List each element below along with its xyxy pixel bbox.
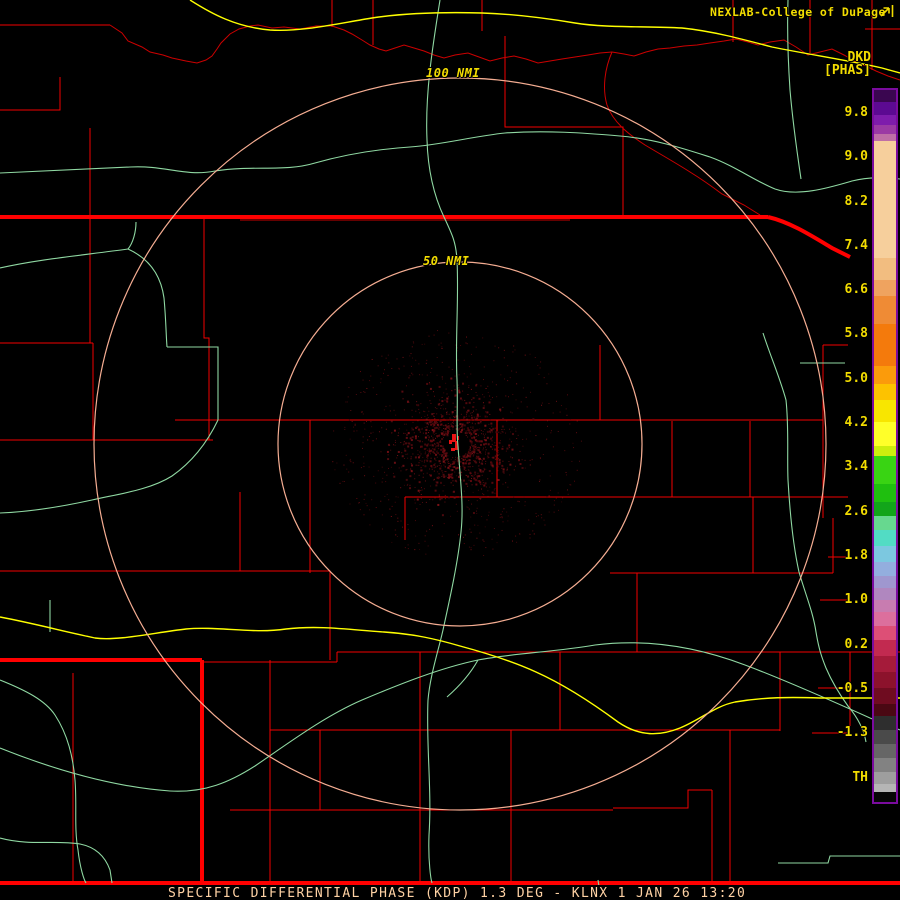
colorbar-tick-label: 4.2 xyxy=(844,415,868,430)
colorbar-segment xyxy=(874,640,896,656)
colorbar-segment xyxy=(874,784,896,792)
colorbar-tick-label: 1.0 xyxy=(844,592,868,607)
colorbar-tick-label: TH xyxy=(852,770,868,785)
colorbar-segment xyxy=(874,672,896,688)
product-units-label: [PHAS] xyxy=(824,63,871,78)
highways xyxy=(0,0,900,735)
status-bar: SPECIFIC DIFFERENTIAL PHASE (KDP) 1.3 DE… xyxy=(0,885,900,900)
colorbar-segment xyxy=(874,502,896,516)
colorbar-segment xyxy=(874,704,896,716)
rivers xyxy=(0,0,900,900)
colorbar-segment xyxy=(874,90,896,102)
colorbar-tick-label: 9.0 xyxy=(844,149,868,164)
colorbar-tick-label: 0.2 xyxy=(844,637,868,652)
colorbar-segment xyxy=(874,600,896,612)
colorbar-tick-label: 5.0 xyxy=(844,371,868,386)
colorbar-segment xyxy=(874,258,896,280)
colorbar-tick-label: -0.5 xyxy=(836,681,868,696)
colorbar-segment xyxy=(874,456,896,484)
colorbar-tick-label: -1.3 xyxy=(836,725,868,740)
colorbar-tick-label: 2.6 xyxy=(844,504,868,519)
colorbar-segment xyxy=(874,688,896,704)
colorbar-segment xyxy=(874,576,896,588)
status-bar-text: SPECIFIC DIFFERENTIAL PHASE (KDP) 1.3 DE… xyxy=(168,886,747,900)
radar-map-image[interactable] xyxy=(0,0,900,900)
colorbar-tick-label: 7.4 xyxy=(844,238,868,253)
colorbar-segment xyxy=(874,141,896,258)
colorbar-segment xyxy=(874,546,896,562)
colorbar-segment xyxy=(874,730,896,744)
colorbar-tick-label: 8.2 xyxy=(844,194,868,209)
colorbar-segment xyxy=(874,134,896,141)
colorbar-tick-label: 9.8 xyxy=(844,105,868,120)
colorbar-segment xyxy=(874,446,896,456)
colorbar-segment xyxy=(874,656,896,672)
state-borders xyxy=(0,215,900,885)
colorbar-tick-label: 5.8 xyxy=(844,326,868,341)
colorbar-segment xyxy=(874,102,896,115)
colorbar-segment xyxy=(874,484,896,502)
colorbar-segment xyxy=(874,324,896,366)
colorbar-segment xyxy=(874,588,896,600)
colorbar-tick-label: 1.8 xyxy=(844,548,868,563)
colorbar-segment xyxy=(874,772,896,784)
colorbar-tick-label: 3.4 xyxy=(844,459,868,474)
colorbar-segment xyxy=(874,758,896,772)
radar-viewer-screen: NEXLAB-College of DuPage DKD [PHAS] 50 N… xyxy=(0,0,900,900)
app-title: NEXLAB-College of DuPage xyxy=(710,5,886,19)
colorbar-segment xyxy=(874,384,896,400)
radar-echo xyxy=(332,330,582,556)
range-ring-label: 100 NMI xyxy=(426,66,481,80)
colorbar-segment xyxy=(874,296,896,324)
colorbar-segment xyxy=(874,115,896,125)
colorbar-segment xyxy=(874,626,896,640)
colorbar-tick-label: 6.6 xyxy=(844,282,868,297)
resize-arrow-icon[interactable] xyxy=(878,3,896,23)
colorbar-segment xyxy=(874,280,896,296)
colorbar-segment xyxy=(874,792,896,802)
colorbar-segment xyxy=(874,612,896,626)
colorbar-segment xyxy=(874,562,896,576)
colorbar-segment xyxy=(874,422,896,446)
colorbar-segment xyxy=(874,366,896,384)
range-ring-label: 50 NMI xyxy=(423,254,470,268)
colorbar-scale xyxy=(872,88,898,804)
colorbar-segment xyxy=(874,400,896,422)
colorbar-segment xyxy=(874,530,896,546)
colorbar-segment xyxy=(874,125,896,134)
colorbar-segment xyxy=(874,516,896,530)
colorbar-segment xyxy=(874,716,896,730)
colorbar-segment xyxy=(874,744,896,758)
